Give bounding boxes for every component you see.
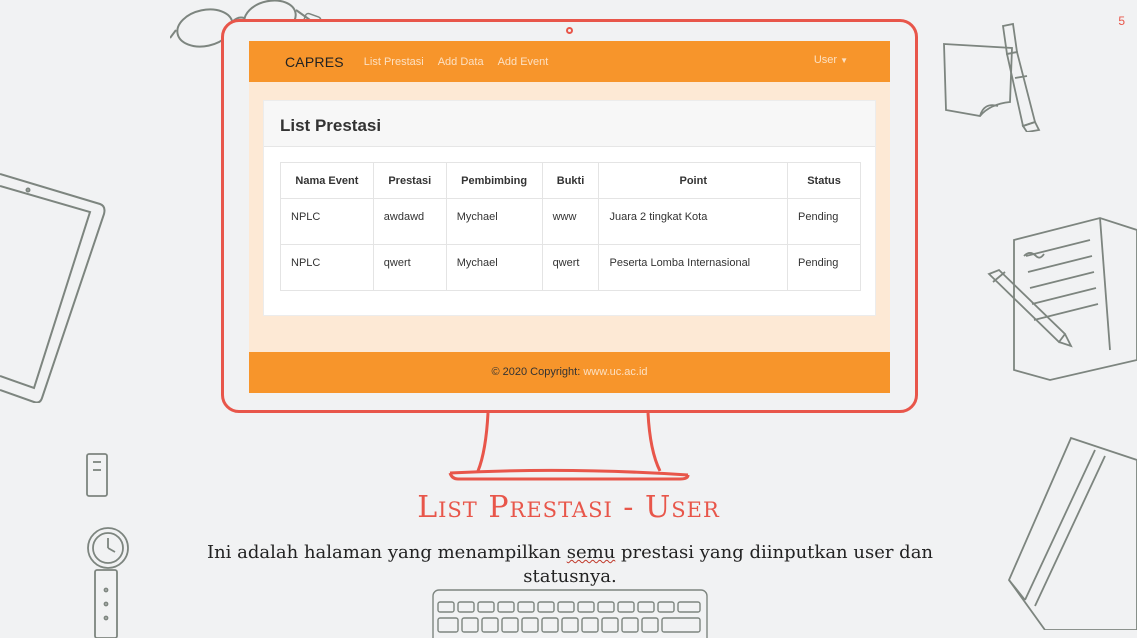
keyboard-icon <box>432 588 708 638</box>
brand-link[interactable]: CAPRES <box>285 54 344 70</box>
app-screen: CAPRES List Prestasi Add Data Add Event … <box>249 41 890 393</box>
cell-point: Peserta Lomba Internasional <box>598 244 789 291</box>
slide-description: Ini adalah halaman yang menampilkan semu… <box>190 541 950 589</box>
prestasi-table: Nama Event Prestasi Pembimbing Bukti Poi… <box>280 162 861 291</box>
page-number: 5 <box>1118 14 1125 28</box>
cell-status: Pending <box>787 198 861 245</box>
cell-point: Juara 2 tingkat Kota <box>598 198 789 245</box>
column-header-nama-event: Nama Event <box>280 162 374 199</box>
cell-bukti: www <box>541 198 600 245</box>
monitor-stand <box>448 411 690 488</box>
caret-down-icon: ▼ <box>840 56 848 65</box>
nav-link-add-data[interactable]: Add Data <box>438 56 484 68</box>
cell-status: Pending <box>787 244 861 291</box>
navbar: CAPRES List Prestasi Add Data Add Event … <box>249 41 890 82</box>
footer: © 2020 Copyright: www.uc.ac.id <box>249 352 890 393</box>
column-header-point: Point <box>598 162 789 199</box>
nav-link-list-prestasi[interactable]: List Prestasi <box>364 56 424 68</box>
column-header-pembimbing: Pembimbing <box>445 162 543 199</box>
list-prestasi-card: List Prestasi Nama Event Prestasi Pembim… <box>263 100 876 316</box>
table-header-row: Nama Event Prestasi Pembimbing Bukti Poi… <box>280 162 861 199</box>
footer-copyright: © 2020 Copyright: <box>491 366 584 378</box>
column-header-prestasi: Prestasi <box>372 162 447 199</box>
footer-link[interactable]: www.uc.ac.id <box>583 366 647 378</box>
tablet-icon <box>0 168 108 403</box>
nav-link-add-event[interactable]: Add Event <box>498 56 549 68</box>
wristwatch-icon <box>75 450 135 638</box>
user-menu-dropdown[interactable]: User ▼ <box>814 54 848 66</box>
cell-prestasi: awdawd <box>372 198 447 245</box>
cell-bukti: qwert <box>541 244 600 291</box>
slide-title: List Prestasi - User <box>417 490 720 525</box>
table-row: NPLC qwert Mychael qwert Peserta Lomba I… <box>280 244 861 291</box>
cell-nama-event: NPLC <box>280 244 374 291</box>
pen-icon <box>985 268 1075 348</box>
cell-prestasi: qwert <box>372 244 447 291</box>
description-misspelled-word: semu <box>566 542 616 563</box>
column-header-bukti: Bukti <box>541 162 600 199</box>
cell-nama-event: NPLC <box>280 198 374 245</box>
marker-icon <box>995 22 1047 132</box>
cell-pembimbing: Mychael <box>445 244 543 291</box>
camera-dot <box>566 27 573 34</box>
table-row: NPLC awdawd Mychael www Juara 2 tingkat … <box>280 198 861 245</box>
card-title: List Prestasi <box>264 101 875 147</box>
cell-pembimbing: Mychael <box>445 198 543 245</box>
book-icon <box>1005 430 1137 630</box>
user-menu-label: User <box>813 54 838 66</box>
description-text-start: Ini adalah halaman yang menampilkan <box>206 542 567 563</box>
column-header-status: Status <box>787 162 861 199</box>
